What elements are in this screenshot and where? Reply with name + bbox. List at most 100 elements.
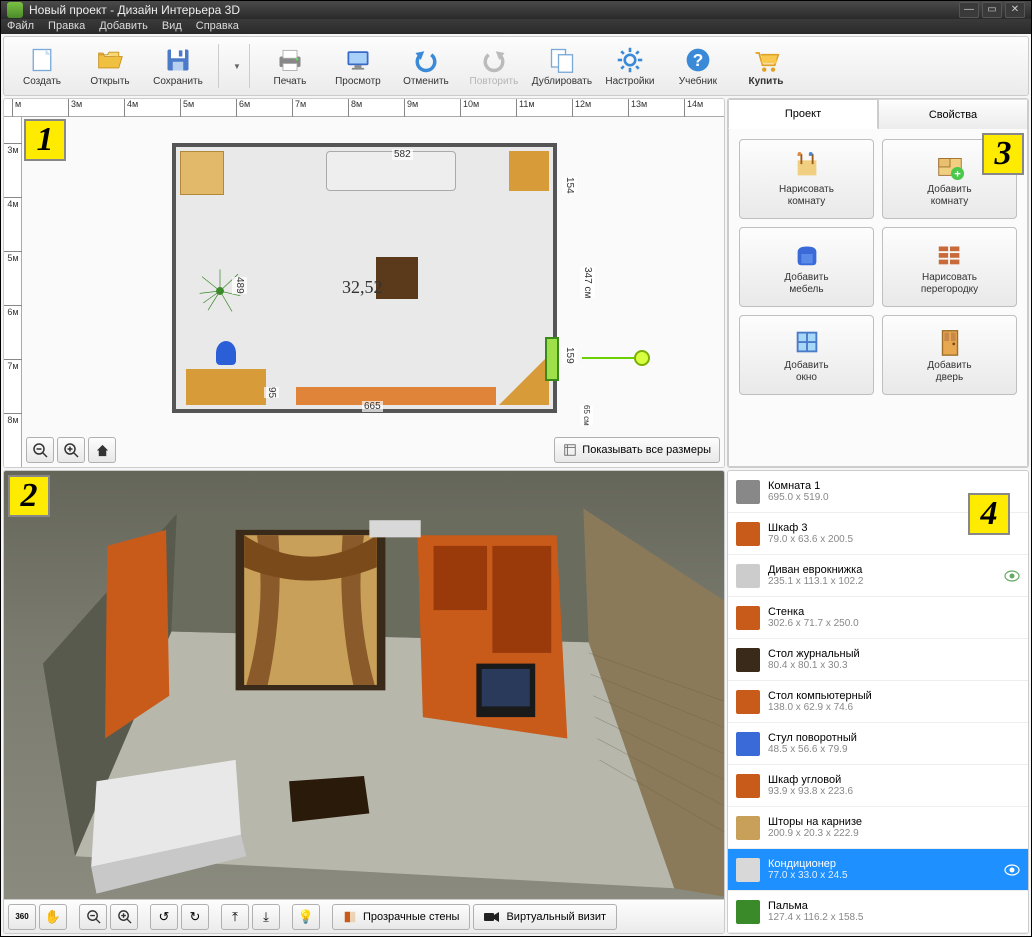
- view3d-panel: 2 360 ✋ ↺ ↻ ⤒ ⤓: [3, 470, 725, 934]
- print-icon: [276, 46, 304, 74]
- object-list[interactable]: Комната 1695.0 x 519.0Шкаф 379.0 x 63.6 …: [728, 471, 1028, 933]
- object-item[interactable]: Стенка302.6 x 71.7 x 250.0: [728, 597, 1028, 639]
- menu-help[interactable]: Справка: [196, 20, 239, 32]
- object-item[interactable]: Пальма127.4 x 116.2 x 158.5: [728, 891, 1028, 933]
- object-thumbnail: [736, 606, 760, 630]
- rotate-left-button[interactable]: ↺: [150, 904, 178, 930]
- zoom-in-2d-button[interactable]: [57, 437, 85, 463]
- action-перегородку-button[interactable]: Нарисоватьперегородку: [882, 227, 1017, 307]
- zoom-out-3d-button[interactable]: [79, 904, 107, 930]
- pan-button[interactable]: ✋: [39, 904, 67, 930]
- action-мебель-button[interactable]: Добавитьмебель: [739, 227, 874, 307]
- maximize-button[interactable]: ▭: [982, 2, 1002, 18]
- view3d-canvas[interactable]: 2: [4, 471, 724, 899]
- main-toolbar: СоздатьОткрытьСохранить▼ПечатьПросмотрОт…: [3, 36, 1029, 96]
- action-комнату-button[interactable]: Нарисоватькомнату: [739, 139, 874, 219]
- ruler-horizontal: м3м4м5м6м7м8м9м10м11м12м13м14м: [4, 99, 724, 117]
- toolbar-print-button[interactable]: Печать: [258, 40, 322, 92]
- object-item[interactable]: Шторы на карнизе200.9 x 20.3 x 222.9: [728, 807, 1028, 849]
- floorplan-panel: м3м4м5м6м7м8м9м10м11м12м13м14м 3м4м5м6м7…: [3, 98, 725, 468]
- menu-file[interactable]: Файл: [7, 20, 34, 32]
- svg-text:?: ?: [693, 50, 704, 70]
- zoom-in-3d-button[interactable]: [110, 904, 138, 930]
- virtual-visit-button[interactable]: Виртуальный визит: [473, 904, 617, 930]
- object-thumbnail: [736, 648, 760, 672]
- object-item[interactable]: Шкаф угловой93.9 x 93.8 x 223.6: [728, 765, 1028, 807]
- object-item[interactable]: Стол компьютерный138.0 x 62.9 x 74.6: [728, 681, 1028, 723]
- show-dimensions-toggle[interactable]: Показывать все размеры: [554, 437, 720, 463]
- menu-view[interactable]: Вид: [162, 20, 182, 32]
- menu-bar: Файл Правка Добавить Вид Справка: [1, 19, 1031, 34]
- buy-icon: [752, 46, 780, 74]
- menu-edit[interactable]: Правка: [48, 20, 85, 32]
- toolbar-create-button[interactable]: Создать: [10, 40, 74, 92]
- annotation-marker-1: 1: [24, 119, 66, 161]
- side-tabs-panel: Проект Свойства Нарисоватькомнату+Добави…: [727, 98, 1029, 468]
- rotate-handle[interactable]: [634, 350, 650, 366]
- object-item[interactable]: Стул поворотный48.5 x 56.6 x 79.9: [728, 723, 1028, 765]
- tab-properties[interactable]: Свойства: [878, 99, 1028, 129]
- preview-icon: [344, 46, 372, 74]
- visibility-icon[interactable]: [1004, 864, 1020, 876]
- action-дверь-button[interactable]: Добавитьдверь: [882, 315, 1017, 395]
- object-item[interactable]: Кондиционер77.0 x 33.0 x 24.5: [728, 849, 1028, 891]
- annotation-marker-4: 4: [968, 493, 1010, 535]
- object-item[interactable]: Диван еврокнижка235.1 x 113.1 x 102.2: [728, 555, 1028, 597]
- toolbar-preview-button[interactable]: Просмотр: [326, 40, 390, 92]
- minimize-button[interactable]: —: [959, 2, 979, 18]
- action-окно-button[interactable]: Добавитьокно: [739, 315, 874, 395]
- toolbar-settings-button[interactable]: Настройки: [598, 40, 662, 92]
- toolbar-buy-button[interactable]: Купить: [734, 40, 798, 92]
- undo-icon: [412, 46, 440, 74]
- transparent-walls-toggle[interactable]: Прозрачные стены: [332, 904, 470, 930]
- toolbar-save-button[interactable]: Сохранить: [146, 40, 210, 92]
- tab-project[interactable]: Проект: [728, 99, 878, 129]
- camera-icon: [484, 911, 500, 923]
- furniture-desk[interactable]: [186, 369, 266, 405]
- object-thumbnail: [736, 480, 760, 504]
- annotation-marker-2: 2: [8, 475, 50, 517]
- object-thumbnail: [736, 774, 760, 798]
- zoom-out-2d-button[interactable]: [26, 437, 54, 463]
- furniture-sofa-top[interactable]: [326, 151, 456, 191]
- title-bar: Новый проект - Дизайн Интерьера 3D — ▭ ✕: [1, 1, 1031, 19]
- floorplan-canvas[interactable]: 32,52 582 347 см 154 159 65 см 665 95 48…: [22, 117, 724, 467]
- menu-add[interactable]: Добавить: [99, 20, 148, 32]
- rotate360-button[interactable]: 360: [8, 904, 36, 930]
- furniture-wall-unit[interactable]: [296, 387, 496, 405]
- rotate-right-button[interactable]: ↻: [181, 904, 209, 930]
- window-title: Новый проект - Дизайн Интерьера 3D: [29, 3, 240, 17]
- settings-icon: [616, 46, 644, 74]
- lighting-button[interactable]: 💡: [292, 904, 320, 930]
- room-area: 32,52: [342, 277, 383, 298]
- object-thumbnail: [736, 816, 760, 840]
- close-button[interactable]: ✕: [1005, 2, 1025, 18]
- ruler-vertical: 3м4м5м6м7м8м: [4, 117, 22, 467]
- create-icon: [28, 46, 56, 74]
- object-item[interactable]: Стол журнальный80.4 x 80.1 x 30.3: [728, 639, 1028, 681]
- wall-icon: [343, 910, 357, 924]
- toolbar-open-button[interactable]: Открыть: [78, 40, 142, 92]
- app-icon: [7, 2, 23, 18]
- furniture-chair[interactable]: [216, 341, 236, 365]
- furniture-ac-selected[interactable]: [545, 337, 559, 381]
- duplicate-icon: [548, 46, 576, 74]
- furniture-corner-wardrobe[interactable]: [499, 355, 549, 405]
- furniture-wardrobe[interactable]: [180, 151, 224, 195]
- toolbar-redo-button[interactable]: Повторить: [462, 40, 526, 92]
- furniture-corner[interactable]: [509, 151, 549, 191]
- tilt-up-button[interactable]: ⤒: [221, 904, 249, 930]
- toolbar-undo-button[interactable]: Отменить: [394, 40, 458, 92]
- object-thumbnail: [736, 732, 760, 756]
- dimensions-icon: [563, 443, 577, 457]
- home-2d-button[interactable]: [88, 437, 116, 463]
- toolbar-duplicate-button[interactable]: Дублировать: [530, 40, 594, 92]
- save-icon: [164, 46, 192, 74]
- view3d-controls: 360 ✋ ↺ ↻ ⤒ ⤓ 💡: [4, 899, 724, 933]
- object-thumbnail: [736, 858, 760, 882]
- toolbar-help-button[interactable]: ?Учебник: [666, 40, 730, 92]
- object-thumbnail: [736, 690, 760, 714]
- tilt-down-button[interactable]: ⤓: [252, 904, 280, 930]
- visibility-icon[interactable]: [1004, 570, 1020, 582]
- object-thumbnail: [736, 900, 760, 924]
